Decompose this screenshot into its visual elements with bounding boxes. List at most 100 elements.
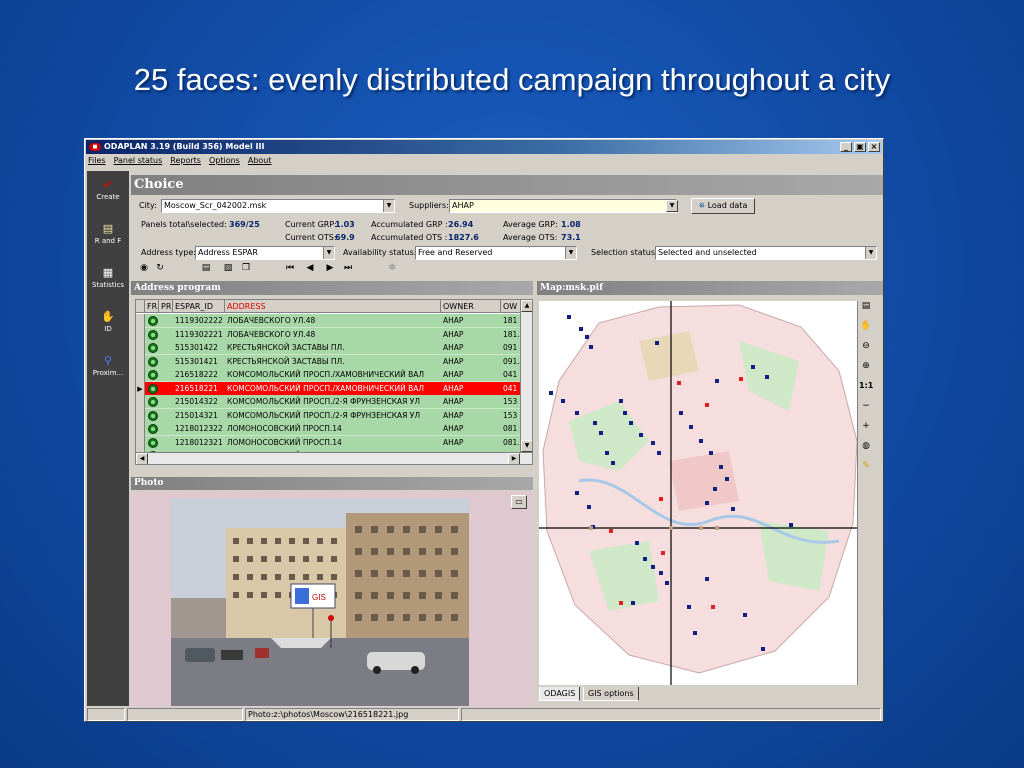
table-row[interactable]: 215014322 КОМСОМОЛЬСКИЙ ПРОСП./2-Я ФРУНЗЕ… bbox=[136, 395, 520, 409]
panels-label: Panels total\selected: bbox=[141, 220, 227, 229]
grid-vertical-scrollbar[interactable]: ▲ ▼ bbox=[520, 300, 532, 452]
chevron-down-icon[interactable]: ▼ bbox=[565, 247, 576, 259]
status-dot-icon[interactable] bbox=[148, 343, 158, 353]
menu-panel-status[interactable]: Panel status bbox=[114, 156, 163, 168]
cell-owner: АНАР bbox=[443, 410, 464, 420]
average-ots-label: Average OTS: bbox=[503, 233, 558, 242]
close-button[interactable]: × bbox=[868, 142, 880, 152]
table-row[interactable]: 515301422 КРЕСТЬЯНСКОЙ ЗАСТАВЫ ПЛ. АНАР 091 bbox=[136, 341, 520, 355]
billboard-text: GIS bbox=[312, 593, 326, 602]
table-row[interactable]: 1119302221 ЛОБАЧЕВСКОГО УЛ.48 АНАР 181. bbox=[136, 327, 520, 342]
scroll-up-icon[interactable]: ▲ bbox=[521, 300, 532, 312]
selection-select[interactable]: Selected and unselected ▼ bbox=[655, 246, 877, 260]
status-dot-icon[interactable] bbox=[148, 329, 158, 340]
pan-hand-icon[interactable]: ✋ bbox=[859, 321, 873, 331]
status-dot-icon[interactable] bbox=[148, 370, 158, 380]
minus-icon[interactable]: − bbox=[859, 401, 873, 411]
status-dot-icon[interactable] bbox=[148, 397, 158, 407]
zoom-in-icon[interactable]: ⊕ bbox=[859, 361, 873, 371]
status-dot-icon[interactable] bbox=[148, 424, 158, 434]
next-record-icon[interactable]: ▶ bbox=[323, 263, 337, 273]
col-owner[interactable]: OWNER bbox=[441, 300, 501, 313]
table-row[interactable]: 1218012322 ЛОМОНОСОВСКИЙ ПРОСП.14 АНАР 081 bbox=[136, 422, 520, 436]
row-indicator[interactable] bbox=[136, 435, 145, 450]
col-address[interactable]: ADDRESS bbox=[225, 300, 441, 313]
cell-owner: АНАР bbox=[443, 316, 464, 325]
row-indicator[interactable] bbox=[136, 408, 145, 423]
city-map[interactable] bbox=[539, 301, 857, 685]
pencil-icon[interactable]: ✎ bbox=[859, 461, 873, 471]
statistics-tool[interactable]: ▦ Statistics bbox=[87, 267, 129, 290]
status-dot-icon[interactable] bbox=[148, 410, 158, 421]
rf-tool[interactable]: ▤ R and F bbox=[87, 223, 129, 246]
copy-icon[interactable]: ❐ bbox=[239, 263, 253, 273]
refresh-icon[interactable]: ↻ bbox=[153, 263, 167, 273]
globe-icon[interactable]: ◍ bbox=[859, 441, 873, 451]
table-row[interactable]: 215014321 КОМСОМОЛЬСКИЙ ПРОСП./2-Я ФРУНЗЕ… bbox=[136, 408, 520, 423]
suppliers-field[interactable]: АНАР bbox=[449, 199, 677, 213]
row-indicator[interactable] bbox=[136, 314, 145, 328]
scroll-down-icon[interactable]: ▼ bbox=[521, 440, 532, 452]
choice-header: Choice bbox=[131, 175, 883, 195]
col-fr[interactable]: FR bbox=[145, 300, 159, 313]
menu-options[interactable]: Options bbox=[209, 156, 240, 168]
col-espar-id[interactable]: ESPAR_ID bbox=[173, 300, 225, 313]
zoom-out-icon[interactable]: ⊖ bbox=[859, 341, 873, 351]
row-indicator[interactable]: ▶ bbox=[136, 381, 145, 396]
monitor-icon[interactable]: ▭ bbox=[511, 495, 527, 509]
table-row[interactable]: ▶ 216518221 КОМСОМОЛЬСКИЙ ПРОСП./ХАМОВНИЧЕ… bbox=[136, 381, 520, 396]
row-indicator[interactable] bbox=[136, 341, 145, 355]
last-record-icon[interactable]: ⏭ bbox=[341, 263, 355, 273]
import-icon[interactable]: ▤ bbox=[199, 263, 213, 273]
load-data-button[interactable]: ⛯ Load data bbox=[691, 198, 755, 214]
map-layers-icon[interactable]: ▤ bbox=[859, 301, 873, 311]
tab-odagis[interactable]: ODAGIS bbox=[539, 687, 581, 701]
status-dot-icon[interactable] bbox=[148, 383, 158, 394]
export-icon[interactable]: ▧ bbox=[221, 263, 235, 273]
statistics-label: Statistics bbox=[92, 281, 124, 289]
tab-gis-options[interactable]: GIS options bbox=[583, 687, 639, 701]
minimize-button[interactable]: _ bbox=[840, 142, 852, 152]
cell-ow: 081 bbox=[503, 424, 518, 433]
menu-about[interactable]: About bbox=[248, 156, 272, 168]
row-indicator[interactable] bbox=[136, 395, 145, 409]
address-type-select[interactable]: Address ESPAR ▼ bbox=[195, 246, 335, 260]
first-record-icon[interactable]: ⏮ bbox=[283, 263, 297, 273]
chevron-down-icon[interactable]: ▼ bbox=[323, 247, 334, 259]
chevron-down-icon[interactable]: ▼ bbox=[865, 247, 876, 259]
zoom-actual-size-icon[interactable]: 1:1 bbox=[859, 381, 873, 390]
cell-owner: АНАР bbox=[443, 356, 464, 366]
menu-reports[interactable]: Reports bbox=[170, 156, 201, 168]
prev-record-icon[interactable]: ◀ bbox=[303, 263, 317, 273]
app-icon: ■ bbox=[89, 143, 101, 151]
suppliers-dropdown-button[interactable]: ▼ bbox=[666, 200, 678, 212]
row-indicator[interactable] bbox=[136, 422, 145, 436]
table-row[interactable]: 216518222 КОМСОМОЛЬСКИЙ ПРОСП./ХАМОВНИЧЕС… bbox=[136, 368, 520, 382]
grid-horizontal-scrollbar[interactable]: ◀ ▶ bbox=[136, 452, 532, 464]
create-tool[interactable]: ✔ Create bbox=[87, 179, 129, 202]
table-row[interactable]: 515301421 КРЕСТЬЯНСКОЙ ЗАСТАВЫ ПЛ. АНАР 091… bbox=[136, 354, 520, 369]
row-indicator[interactable] bbox=[136, 368, 145, 382]
scroll-right-icon[interactable]: ▶ bbox=[508, 453, 520, 464]
status-dot-icon[interactable] bbox=[148, 437, 158, 448]
city-select[interactable]: Moscow_Scr_042002.msk ▼ bbox=[161, 199, 395, 213]
photo-header: Photo bbox=[131, 477, 533, 490]
availability-select[interactable]: Free and Reserved ▼ bbox=[415, 246, 577, 260]
chevron-down-icon[interactable]: ▼ bbox=[383, 200, 394, 212]
id-tool[interactable]: ✋ ID bbox=[87, 311, 129, 334]
globe-icon[interactable]: ◉ bbox=[137, 263, 151, 273]
row-indicator[interactable] bbox=[136, 354, 145, 369]
proximity-tool[interactable]: ⚲ Proxim... bbox=[87, 355, 129, 378]
status-dot-icon[interactable] bbox=[148, 356, 158, 367]
restore-button[interactable]: ▣ bbox=[854, 142, 866, 152]
col-pr[interactable]: PR bbox=[159, 300, 173, 313]
sparkle-icon[interactable]: ✲ bbox=[385, 263, 399, 273]
menu-files[interactable]: Files bbox=[88, 156, 106, 168]
table-row[interactable]: 1119302222 ЛОБАЧЕВСКОГО УЛ.48 АНАР 181 bbox=[136, 314, 520, 328]
cell-espar-id: 1119302221 bbox=[175, 329, 223, 339]
table-row[interactable]: 1218012321 ЛОМОНОСОВСКИЙ ПРОСП.14 АНАР 081. bbox=[136, 435, 520, 450]
row-indicator[interactable] bbox=[136, 327, 145, 342]
scroll-left-icon[interactable]: ◀ bbox=[136, 453, 148, 464]
plus-icon[interactable]: + bbox=[859, 421, 873, 431]
status-dot-icon[interactable] bbox=[148, 316, 158, 326]
